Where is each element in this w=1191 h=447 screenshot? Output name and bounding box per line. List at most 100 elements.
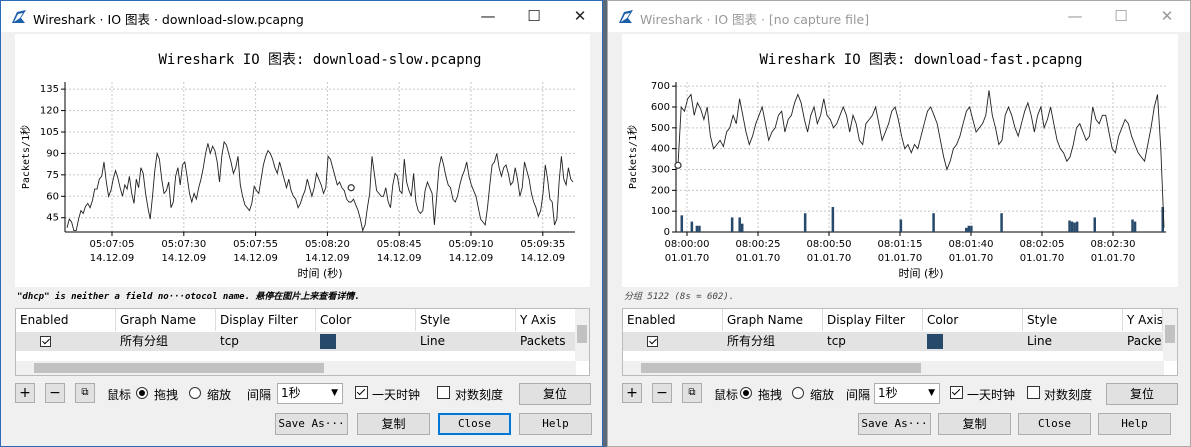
interval-select[interactable]: 1秒 ▼ <box>277 383 343 404</box>
copy-graph-button[interactable]: ⧉ <box>682 383 702 403</box>
y-tick-label: 120 <box>40 106 59 117</box>
y-tick-label: 700 <box>651 81 670 92</box>
drag-label[interactable]: 拖拽 <box>758 386 782 403</box>
cell-style[interactable]: Line <box>416 332 516 351</box>
save-as-button[interactable]: Save As··· <box>275 413 348 435</box>
time-of-day-checkbox[interactable] <box>355 386 368 399</box>
window-title: Wireshark · IO 图表 · [no capture file] <box>640 12 870 27</box>
column-display-filter[interactable]: Display Filter <box>216 309 316 331</box>
column-y-axis[interactable]: Y Axis <box>1123 309 1163 331</box>
close-window-button[interactable]: ✕ <box>1144 1 1190 32</box>
status-message: 分组 5122 (8s = 602). <box>624 292 735 302</box>
save-as-button[interactable]: Save As··· <box>858 413 931 435</box>
zoom-radio[interactable] <box>189 387 201 399</box>
horizontal-scrollbar[interactable] <box>623 361 1164 375</box>
x-tick-label: 08:00:50 <box>807 239 852 250</box>
io-graph-plot[interactable]: Wireshark IO 图表: download-fast.pcapng 0 10… <box>622 34 1178 287</box>
io-graph-chart[interactable]: Wireshark IO 图表: download-fast.pcapng 0 10… <box>622 34 1178 287</box>
cell-color-swatch[interactable] <box>927 334 943 349</box>
vertical-scrollbar[interactable] <box>1163 309 1177 361</box>
help-button[interactable]: Help <box>1098 413 1171 435</box>
io-graph-plot[interactable]: Wireshark IO 图表: download-slow.pcapng 45 6… <box>15 34 590 287</box>
log-scale-checkbox[interactable] <box>1027 386 1040 399</box>
x-tick-date: 14.12.09 <box>449 253 494 264</box>
enabled-checkbox[interactable] <box>647 336 658 347</box>
cell-style[interactable]: Line <box>1023 332 1123 351</box>
vertical-scrollbar[interactable] <box>575 309 589 361</box>
maximize-button[interactable]: ☐ <box>1098 1 1144 32</box>
log-scale-label[interactable]: 对数刻度 <box>455 386 503 403</box>
interval-select[interactable]: 1秒 ▼ <box>874 383 940 404</box>
drag-label[interactable]: 拖拽 <box>154 386 178 403</box>
remove-graph-button[interactable]: − <box>45 383 65 403</box>
copy-button[interactable]: 复制 <box>357 413 430 435</box>
window-title: Wireshark · IO 图表 · download-slow.pcapng <box>33 12 304 27</box>
help-button[interactable]: Help <box>519 413 592 435</box>
close-window-button[interactable]: ✕ <box>557 1 602 32</box>
cell-display-filter[interactable]: tcp <box>216 332 316 351</box>
enabled-checkbox[interactable] <box>40 336 51 347</box>
reset-button[interactable]: 复位 <box>519 383 591 405</box>
title-bar[interactable]: Wireshark · IO 图表 · download-slow.pcapng… <box>1 1 602 32</box>
column-style[interactable]: Style <box>416 309 516 331</box>
column-graph-name[interactable]: Graph Name <box>116 309 216 331</box>
zoom-radio[interactable] <box>792 387 804 399</box>
mouse-label: 鼠标 <box>714 388 739 402</box>
cell-color-swatch[interactable] <box>320 334 336 349</box>
copy-graph-button[interactable]: ⧉ <box>75 383 95 403</box>
horizontal-scrollbar[interactable] <box>16 361 576 375</box>
drag-radio[interactable] <box>740 387 752 399</box>
table-row[interactable]: 所有分组 tcp Line Packets <box>16 332 576 351</box>
minimize-button[interactable]: — <box>465 1 511 32</box>
bar <box>690 221 694 232</box>
io-graph-chart[interactable]: Wireshark IO 图表: download-slow.pcapng 45 6… <box>15 34 592 287</box>
add-graph-button[interactable]: + <box>15 383 35 403</box>
log-scale-label[interactable]: 对数刻度 <box>1044 386 1092 403</box>
cell-graph-name[interactable]: 所有分组 <box>723 332 823 351</box>
remove-graph-button[interactable]: − <box>652 383 672 403</box>
series-marker <box>674 161 682 169</box>
cell-display-filter[interactable]: tcp <box>823 332 923 351</box>
x-tick-date: 01.01.70 <box>878 253 923 264</box>
y-tick-label: 100 <box>651 206 670 217</box>
zoom-label[interactable]: 缩放 <box>207 386 231 403</box>
add-graph-button[interactable]: + <box>622 383 642 403</box>
reset-button[interactable]: 复位 <box>1106 383 1178 405</box>
chart-title: Wireshark IO 图表: download-slow.pcapng <box>158 52 481 68</box>
bar <box>698 225 701 232</box>
cell-y-axis[interactable]: Packe <box>1123 332 1164 351</box>
table-row[interactable]: 所有分组 tcp Line Packe <box>623 332 1164 351</box>
minimize-button[interactable]: — <box>1052 1 1098 32</box>
bar <box>831 207 835 232</box>
time-of-day-label[interactable]: 一天时钟 <box>372 386 420 403</box>
log-scale-checkbox[interactable] <box>437 386 450 399</box>
column-color[interactable]: Color <box>316 309 416 331</box>
maximize-button[interactable]: ☐ <box>511 1 557 32</box>
column-y-axis[interactable]: Y Axis <box>516 309 576 331</box>
time-of-day-checkbox[interactable] <box>950 386 963 399</box>
close-button[interactable]: Close <box>438 413 511 435</box>
column-display-filter[interactable]: Display Filter <box>823 309 923 331</box>
column-style[interactable]: Style <box>1023 309 1123 331</box>
x-tick-label: 05:08:45 <box>377 239 422 250</box>
cell-graph-name[interactable]: 所有分组 <box>116 332 216 351</box>
copy-button[interactable]: 复制 <box>938 413 1011 435</box>
table-header: Enabled Graph Name Display Filter Color … <box>16 309 589 331</box>
time-of-day-label[interactable]: 一天时钟 <box>967 386 1015 403</box>
status-message: "dhcp" is neither a field no···otocol na… <box>17 292 360 302</box>
column-color[interactable]: Color <box>923 309 1023 331</box>
bar <box>965 227 968 232</box>
cell-y-axis[interactable]: Packets <box>516 332 576 351</box>
drag-radio[interactable] <box>136 387 148 399</box>
column-graph-name[interactable]: Graph Name <box>723 309 823 331</box>
column-enabled[interactable]: Enabled <box>623 309 723 331</box>
column-enabled[interactable]: Enabled <box>16 309 116 331</box>
x-tick-label: 05:09:35 <box>520 239 565 250</box>
close-button[interactable]: Close <box>1018 413 1091 435</box>
x-tick-date: 14.12.09 <box>90 253 135 264</box>
bar <box>932 213 935 232</box>
wireshark-fin-icon <box>12 10 26 23</box>
zoom-label[interactable]: 缩放 <box>810 386 834 403</box>
x-tick-label: 05:09:10 <box>449 239 494 250</box>
title-bar[interactable]: Wireshark · IO 图表 · [no capture file] — … <box>608 1 1190 32</box>
